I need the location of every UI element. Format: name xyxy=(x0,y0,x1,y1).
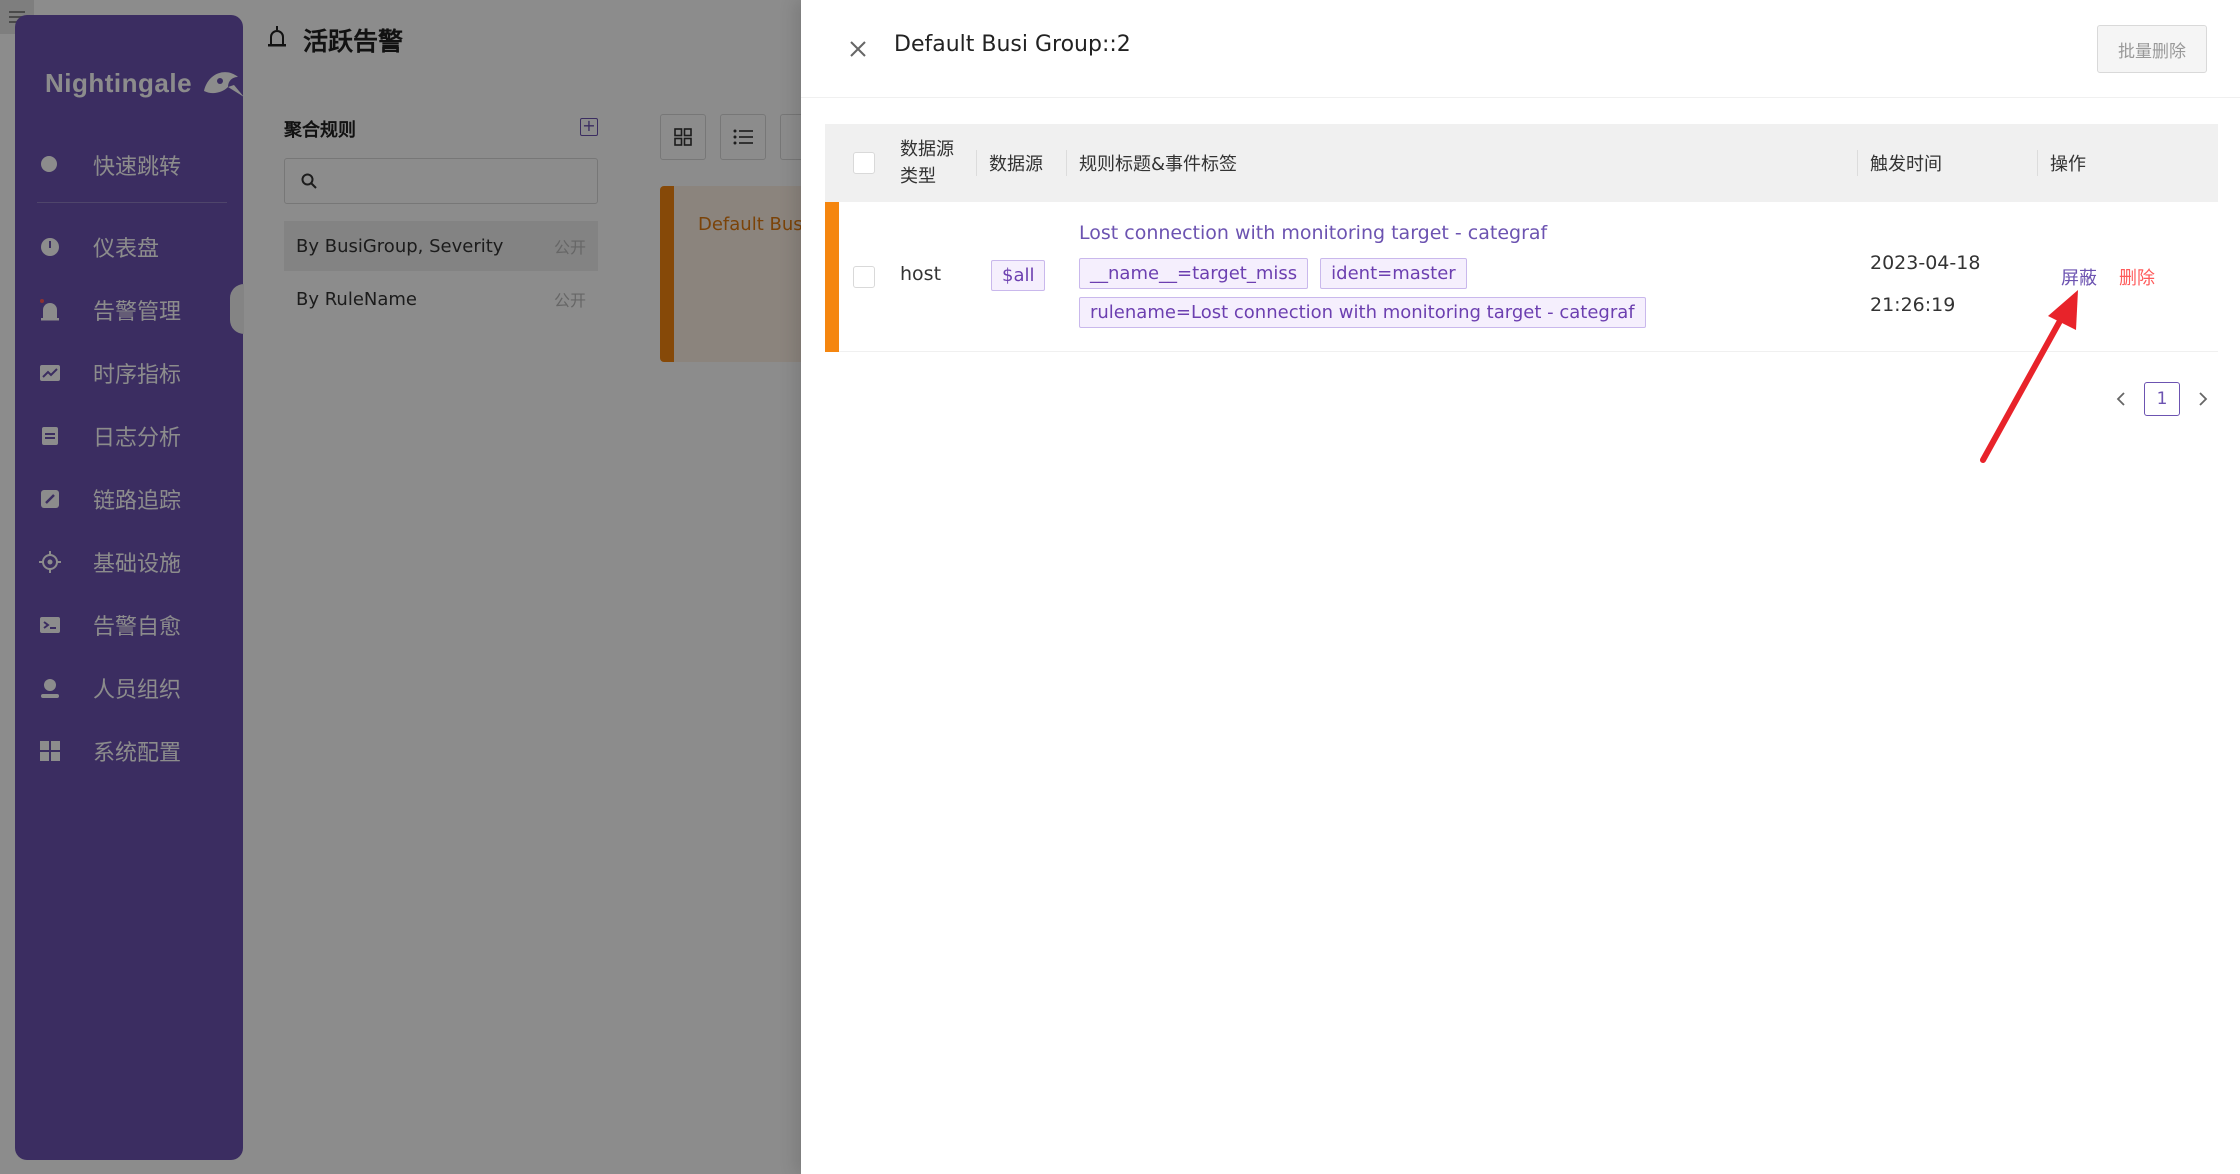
alert-table: 数据源类型 数据源 规则标题&事件标签 触发时间 操作 host $all Lo… xyxy=(825,124,2218,352)
datasource-cell: $all xyxy=(991,260,1046,291)
table-header: 数据源类型 数据源 规则标题&事件标签 触发时间 操作 xyxy=(825,124,2218,202)
column-divider xyxy=(976,150,977,176)
event-tags-line: __name__=target_miss ident=master xyxy=(1079,258,1646,289)
pagination: 1 xyxy=(2106,382,2218,416)
column-header-label: 触发时间 xyxy=(1870,154,1942,175)
rule-title-link[interactable]: Lost connection with monitoring target -… xyxy=(1079,222,1646,244)
chevron-right-icon xyxy=(2199,392,2208,406)
event-tag[interactable]: __name__=target_miss xyxy=(1079,258,1309,289)
column-divider xyxy=(1066,150,1067,176)
chevron-left-icon xyxy=(2116,392,2125,406)
column-divider xyxy=(2037,150,2038,176)
select-all-checkbox-cell xyxy=(853,124,875,202)
trigger-time: 21:26:19 xyxy=(1870,294,1956,316)
column-header-label: 数据源类型 xyxy=(900,139,954,187)
column-header-operations: 操作 xyxy=(2050,124,2086,202)
rule-cell: Lost connection with monitoring target -… xyxy=(1079,222,1646,328)
column-header-rule: 规则标题&事件标签 xyxy=(1079,124,1237,202)
drawer-header: Default Busi Group::2 批量删除 xyxy=(801,0,2240,98)
event-tag[interactable]: rulename=Lost connection with monitoring… xyxy=(1079,297,1646,328)
close-icon xyxy=(850,41,866,57)
column-header-label: 规则标题&事件标签 xyxy=(1079,154,1238,175)
row-checkbox-cell xyxy=(853,266,875,288)
shield-button[interactable]: 屏蔽 xyxy=(2061,264,2097,290)
column-divider xyxy=(1857,150,1858,176)
row-checkbox[interactable] xyxy=(853,266,875,288)
datasource-type-cell: host xyxy=(900,263,942,285)
select-all-checkbox[interactable] xyxy=(853,152,875,174)
datasource-tag: $all xyxy=(991,260,1046,291)
severity-indicator xyxy=(825,202,839,352)
event-tag[interactable]: ident=master xyxy=(1320,258,1467,289)
column-header-datasource-type: 数据源类型 xyxy=(900,124,962,202)
prev-page-button[interactable] xyxy=(2106,382,2136,416)
delete-button[interactable]: 删除 xyxy=(2119,264,2155,290)
column-header-label: 数据源 xyxy=(989,154,1043,175)
operations-cell: 屏蔽 删除 xyxy=(2061,264,2155,290)
drawer-title: Default Busi Group::2 xyxy=(894,32,1131,57)
trigger-date: 2023-04-18 xyxy=(1870,252,1981,274)
event-tags-line: rulename=Lost connection with monitoring… xyxy=(1079,297,1646,328)
batch-delete-button[interactable]: 批量删除 xyxy=(2097,25,2207,73)
column-header-label: 操作 xyxy=(2050,154,2086,175)
column-header-trigger-time: 触发时间 xyxy=(1870,124,1942,202)
close-button[interactable] xyxy=(843,34,873,64)
page-number-button[interactable]: 1 xyxy=(2144,382,2180,416)
next-page-button[interactable] xyxy=(2188,382,2218,416)
table-row: host $all Lost connection with monitorin… xyxy=(825,202,2218,352)
alert-detail-drawer: Default Busi Group::2 批量删除 数据源类型 数据源 规则标… xyxy=(801,0,2240,1174)
trigger-time-cell: 2023-04-18 21:26:19 xyxy=(1870,242,1980,326)
column-header-datasource: 数据源 xyxy=(989,124,1043,202)
